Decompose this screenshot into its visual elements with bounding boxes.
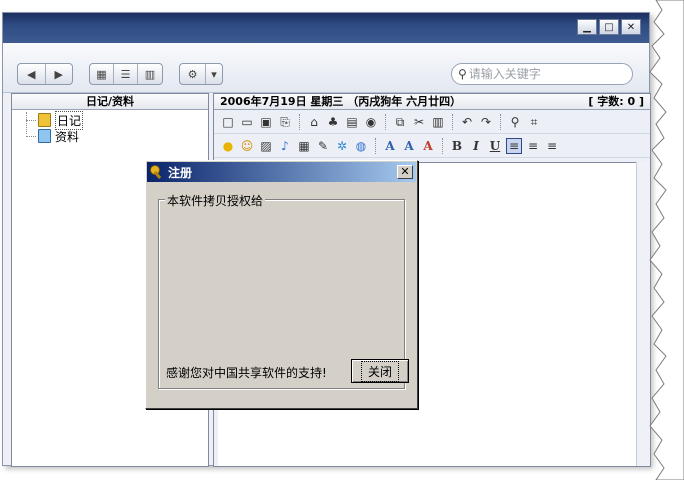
left-pane-header: 日记/资料 bbox=[12, 94, 208, 110]
image-icon[interactable]: ▨ bbox=[258, 138, 274, 154]
window-titlebar[interactable]: ▁ □ ✕ bbox=[3, 13, 649, 43]
back-button[interactable]: ◀ bbox=[18, 64, 46, 84]
view-list-button[interactable]: ☰ bbox=[114, 64, 138, 84]
diary-icon bbox=[38, 113, 51, 127]
close-dialog-button[interactable]: 关闭 bbox=[351, 359, 409, 383]
new-icon[interactable]: □ bbox=[220, 114, 236, 130]
minimize-button[interactable]: ▁ bbox=[577, 19, 597, 35]
underline-button[interactable]: U bbox=[487, 138, 503, 154]
redo-icon[interactable]: ↷ bbox=[478, 114, 494, 130]
tree-item-diary[interactable]: 日记 bbox=[12, 110, 208, 130]
find-icon[interactable]: ⚲ bbox=[507, 114, 523, 130]
toolbar-separator bbox=[500, 113, 501, 130]
group-label: 本软件拷贝授权给 bbox=[165, 192, 266, 209]
settings-button[interactable]: ⚙ ▾ bbox=[179, 63, 223, 85]
view-grid-button[interactable]: ▦ bbox=[90, 64, 114, 84]
ie-icon[interactable]: ◍ bbox=[353, 138, 369, 154]
toolbar-separator bbox=[375, 137, 376, 154]
date-text: 2006年7月19日 星期三 （丙戌狗年 六月廿四） bbox=[220, 95, 462, 108]
font-size-icon[interactable]: A bbox=[401, 138, 417, 154]
tree-item-data[interactable]: 资料 bbox=[12, 128, 208, 144]
tree: 日记 资料 bbox=[12, 110, 208, 144]
cut-icon[interactable]: ✂ bbox=[411, 114, 427, 130]
grid-icon: ▦ bbox=[96, 67, 107, 81]
forward-icon: ▶ bbox=[54, 67, 63, 81]
music-icon[interactable]: ♪ bbox=[277, 138, 293, 154]
tree-connector bbox=[26, 120, 36, 121]
forward-button[interactable]: ▶ bbox=[46, 64, 73, 84]
main-toolbar: ◀ ▶ ▦ ☰ ▥ ⚙ ▾ ⚲ bbox=[3, 43, 649, 93]
replace-icon[interactable]: ⌗ bbox=[526, 114, 542, 130]
settings-seg: ⚙ bbox=[180, 64, 206, 84]
editor-toolbar-2: ● ☺ ▨ ♪ ▦ ✎ ✲ ◍ A A A B I U ≡ ≡ ≡ bbox=[214, 134, 650, 158]
columns-icon: ▥ bbox=[144, 67, 156, 81]
align-left-icon[interactable]: ≡ bbox=[506, 137, 522, 154]
circle-icon[interactable]: ● bbox=[220, 138, 236, 154]
users-icon[interactable]: ♣ bbox=[325, 114, 341, 130]
font-color-icon[interactable]: A bbox=[420, 138, 436, 154]
search-box: ⚲ bbox=[451, 63, 633, 85]
globe-icon[interactable]: ◉ bbox=[363, 114, 379, 130]
pen-icon[interactable]: ✎ bbox=[315, 138, 331, 154]
key-icon bbox=[150, 165, 164, 179]
table-icon[interactable]: ▦ bbox=[296, 138, 312, 154]
data-icon bbox=[38, 129, 51, 143]
undo-icon[interactable]: ↶ bbox=[459, 114, 475, 130]
chevron-down-icon: ▾ bbox=[211, 67, 217, 81]
date-bar: 2006年7月19日 星期三 （丙戌狗年 六月廿四） [ 字数: 0 ] bbox=[214, 94, 650, 110]
tree-item-label: 资料 bbox=[55, 129, 80, 144]
nav-buttons: ◀ ▶ bbox=[17, 63, 73, 85]
dialog-titlebar[interactable]: 注册 bbox=[147, 162, 416, 182]
close-icon: ✕ bbox=[400, 165, 410, 178]
toolbar-separator bbox=[385, 113, 386, 130]
maximize-button[interactable]: □ bbox=[599, 19, 619, 35]
dialog-title: 注册 bbox=[168, 165, 193, 180]
print-icon[interactable]: ⌂ bbox=[306, 114, 322, 130]
registration-dialog: 注册 ✕ 本软件拷贝授权给 感谢您对中国共享软件的支持! 关闭 bbox=[145, 160, 418, 409]
search-input[interactable] bbox=[468, 65, 609, 83]
smiley-icon[interactable]: ☺ bbox=[239, 138, 255, 154]
toolbar-separator bbox=[442, 137, 443, 154]
align-right-icon[interactable]: ≡ bbox=[544, 138, 560, 154]
tree-connector bbox=[26, 136, 36, 137]
license-groupbox: 本软件拷贝授权给 感谢您对中国共享软件的支持! 关闭 bbox=[158, 192, 409, 389]
search-icon: ⚲ bbox=[458, 67, 467, 81]
torn-edge-decoration bbox=[649, 0, 684, 480]
paste-icon[interactable]: ▥ bbox=[430, 114, 446, 130]
export-icon[interactable]: ⎘ bbox=[277, 114, 293, 130]
document-icon[interactable]: ▤ bbox=[344, 114, 360, 130]
close-button-label: 关闭 bbox=[360, 360, 399, 382]
thanks-text: 感谢您对中国共享软件的支持! bbox=[166, 366, 327, 380]
back-icon: ◀ bbox=[27, 67, 36, 81]
list-icon: ☰ bbox=[120, 67, 131, 81]
italic-button[interactable]: I bbox=[468, 138, 484, 154]
dialog-close-button[interactable]: ✕ bbox=[397, 165, 413, 179]
settings-dropdown: ▾ bbox=[206, 64, 222, 84]
align-center-icon[interactable]: ≡ bbox=[525, 138, 541, 154]
toolbar-separator bbox=[452, 113, 453, 130]
view-buttons: ▦ ☰ ▥ bbox=[89, 63, 163, 85]
bold-button[interactable]: B bbox=[449, 138, 465, 154]
gear-icon: ⚙ bbox=[187, 67, 198, 81]
editor-toolbar-1: □ ▭ ▣ ⎘ ⌂ ♣ ▤ ◉ ⧉ ✂ ▥ ↶ ↷ ⚲ ⌗ bbox=[214, 110, 650, 134]
sparkle-icon[interactable]: ✲ bbox=[334, 138, 350, 154]
view-columns-button[interactable]: ▥ bbox=[138, 64, 162, 84]
toolbar-separator bbox=[299, 113, 300, 130]
copy-icon[interactable]: ⧉ bbox=[392, 114, 408, 130]
save-icon[interactable]: ▣ bbox=[258, 114, 274, 130]
font-icon[interactable]: A bbox=[382, 138, 398, 154]
open-folder-icon[interactable]: ▭ bbox=[239, 114, 255, 130]
window-controls: ▁ □ ✕ bbox=[577, 19, 641, 35]
